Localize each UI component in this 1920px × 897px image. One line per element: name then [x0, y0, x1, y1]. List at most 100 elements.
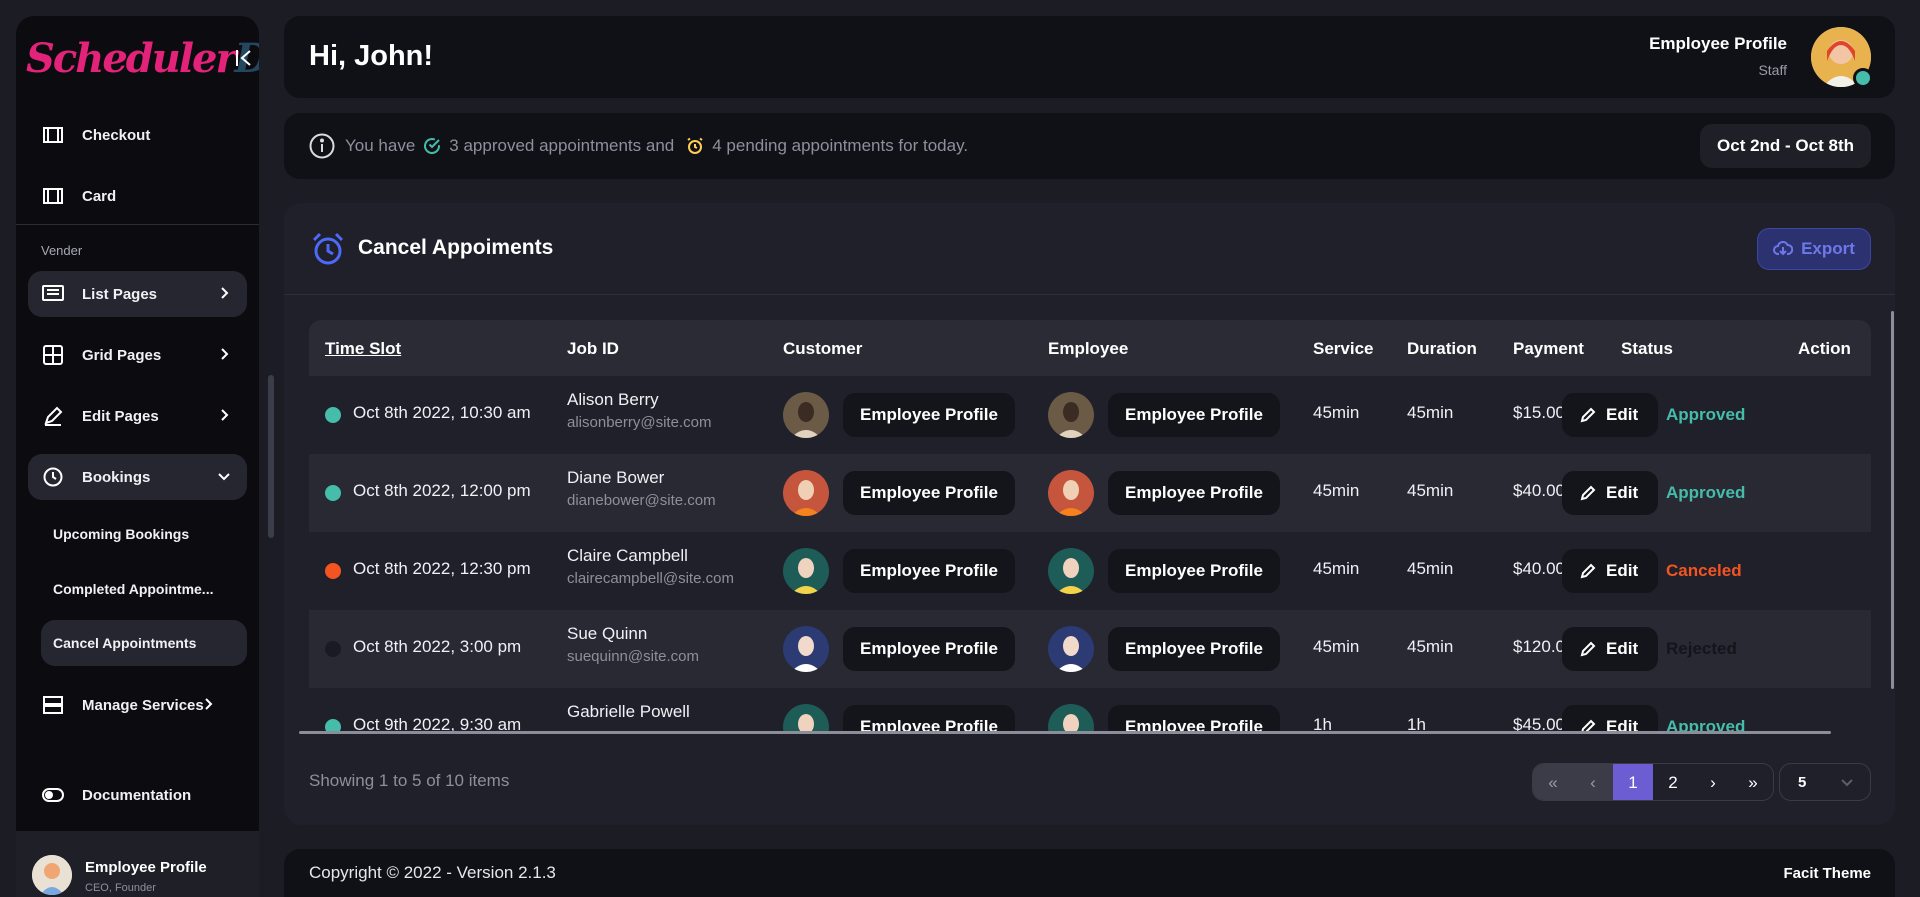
- collapse-sidebar-icon[interactable]: [233, 46, 257, 70]
- job-id: Diane Bower dianebower@site.com: [567, 468, 716, 509]
- customer-profile-button[interactable]: Employee Profile: [843, 471, 1015, 515]
- prev-page-button[interactable]: ‹: [1573, 764, 1613, 800]
- payment: $15.00: [1513, 403, 1565, 422]
- job-id: Sue Quinn suequinn@site.com: [567, 624, 699, 665]
- sub-item-upcoming-bookings[interactable]: Upcoming Bookings: [41, 511, 247, 557]
- avatar: [1048, 626, 1094, 672]
- nav-label: Card: [82, 187, 117, 205]
- info-icon: [309, 133, 335, 159]
- copyright-text: Copyright © 2022 - Version 2.1.3: [309, 863, 556, 882]
- edit-button[interactable]: Edit: [1562, 471, 1658, 515]
- chevron-down-icon: [1841, 779, 1853, 787]
- first-page-button[interactable]: «: [1533, 764, 1573, 800]
- job-name: Sue Quinn: [567, 624, 648, 643]
- card-header: Cancel Appoiments Export: [284, 203, 1895, 295]
- nav-item-manage-services[interactable]: Manage Services: [28, 682, 247, 728]
- row-status-dot: [325, 563, 341, 579]
- avatar: [1048, 548, 1094, 594]
- page-button-1[interactable]: 1: [1613, 764, 1653, 800]
- alert-approved: 3 approved appointments and: [449, 136, 675, 155]
- employee-profile-button[interactable]: Employee Profile: [1108, 393, 1280, 437]
- job-name: Gabrielle Powell: [567, 702, 690, 721]
- edit-label: Edit: [1606, 405, 1639, 424]
- sub-item-cancel-appointments[interactable]: Cancel Appointments: [41, 620, 247, 666]
- alert-pending: 4 pending appointments for today.: [712, 136, 969, 155]
- employee-profile-button[interactable]: Employee Profile: [1108, 549, 1280, 593]
- theme-link[interactable]: Facit Theme: [1783, 865, 1871, 882]
- nav-label: Grid Pages: [82, 346, 162, 364]
- nav-label: Bookings: [82, 468, 151, 486]
- nav-item-documentation[interactable]: Documentation: [28, 772, 247, 818]
- page-button-2[interactable]: 2: [1653, 764, 1693, 800]
- table-row: Oct 8th 2022, 12:30 pm Claire Campbell c…: [309, 532, 1871, 610]
- nav-label: List Pages: [82, 285, 158, 303]
- brand-logo[interactable]: SchedulerDesk: [26, 30, 259, 86]
- card-title: Cancel Appoiments: [358, 236, 554, 259]
- pagination-summary: Showing 1 to 5 of 10 items: [309, 771, 510, 790]
- time-slot: Oct 8th 2022, 10:30 am: [353, 403, 531, 422]
- service: 45min: [1313, 481, 1360, 500]
- pencil-icon: [1580, 641, 1596, 657]
- book-open-icon: [42, 185, 64, 207]
- employee-profile-button[interactable]: Employee Profile: [1108, 471, 1280, 515]
- edit-button[interactable]: Edit: [1562, 705, 1658, 734]
- status-label: Rejected: [1666, 639, 1737, 658]
- sidebar-scrollbar[interactable]: [268, 375, 274, 538]
- alert-prefix: You have: [345, 136, 416, 155]
- time-slot: Oct 8th 2022, 3:00 pm: [353, 637, 522, 656]
- pencil-icon: [1580, 407, 1596, 423]
- next-page-button[interactable]: ›: [1693, 764, 1733, 800]
- customer-profile-button[interactable]: Employee Profile: [843, 627, 1015, 671]
- job-email: dianebower@site.com: [567, 492, 716, 509]
- appointments-card: Cancel Appoiments Export Time Slot Job I…: [284, 203, 1895, 825]
- edit-button[interactable]: Edit: [1562, 627, 1658, 671]
- job-email: clairecampbell@site.com: [567, 570, 734, 587]
- nav-item-edit-pages[interactable]: Edit Pages: [28, 393, 247, 439]
- date-range-button[interactable]: Oct 2nd - Oct 8th: [1700, 124, 1871, 168]
- export-button[interactable]: Export: [1757, 228, 1871, 270]
- profile-name[interactable]: Employee Profile: [1649, 34, 1787, 54]
- clock-icon: [42, 466, 64, 488]
- nav-label: Checkout: [82, 126, 151, 144]
- employee-profile-button[interactable]: Employee Profile: [1108, 627, 1280, 671]
- nav-label: Documentation: [82, 786, 192, 804]
- row-status-dot: [325, 407, 341, 423]
- nav-item-list-pages[interactable]: List Pages: [28, 271, 247, 317]
- edit-icon: [42, 405, 64, 427]
- sidebar-user[interactable]: Employee Profile CEO, Founder: [16, 831, 259, 897]
- job-name: Diane Bower: [567, 468, 665, 487]
- table-row: Oct 8th 2022, 12:00 pm Diane Bower diane…: [309, 454, 1871, 532]
- customer-profile-button[interactable]: Employee Profile: [843, 549, 1015, 593]
- status-label: Canceled: [1666, 561, 1742, 580]
- nav-item-grid-pages[interactable]: Grid Pages: [28, 332, 247, 378]
- nav-item-card[interactable]: Card: [28, 173, 247, 219]
- table-vertical-scrollbar[interactable]: [1891, 311, 1894, 689]
- job-name: Alison Berry: [567, 390, 659, 409]
- duration: 45min: [1407, 637, 1454, 656]
- per-page-select[interactable]: 5: [1779, 763, 1871, 801]
- footer: Copyright © 2022 - Version 2.1.3 Facit T…: [284, 849, 1895, 897]
- edit-button[interactable]: Edit: [1562, 393, 1658, 437]
- table-horizontal-scrollbar[interactable]: [299, 731, 1831, 734]
- sub-item-completed-appointments[interactable]: Completed Appointme...: [41, 566, 247, 612]
- employee-profile-button[interactable]: Employee Profile: [1108, 705, 1280, 734]
- avatar: [783, 704, 829, 734]
- user-role: CEO, Founder: [85, 882, 156, 894]
- column-header-time-slot[interactable]: Time Slot: [325, 339, 401, 359]
- payment: $40.00: [1513, 559, 1565, 578]
- nav-item-bookings[interactable]: Bookings: [28, 454, 247, 500]
- table-header: Time Slot Job ID Customer Employee Servi…: [309, 320, 1871, 376]
- last-page-button[interactable]: »: [1733, 764, 1773, 800]
- customer-profile-button[interactable]: Employee Profile: [843, 705, 1015, 734]
- avatar: [783, 626, 829, 672]
- edit-button[interactable]: Edit: [1562, 549, 1658, 593]
- avatar: [32, 855, 72, 895]
- nav-item-checkout[interactable]: Checkout: [28, 112, 247, 158]
- profile-role: Staff: [1758, 62, 1787, 78]
- appointments-table: Time Slot Job ID Customer Employee Servi…: [309, 320, 1871, 734]
- avatar: [1048, 392, 1094, 438]
- customer-profile-button[interactable]: Employee Profile: [843, 393, 1015, 437]
- server-icon: [42, 694, 64, 716]
- edit-label: Edit: [1606, 639, 1639, 658]
- column-header-employee: Employee: [1048, 339, 1129, 358]
